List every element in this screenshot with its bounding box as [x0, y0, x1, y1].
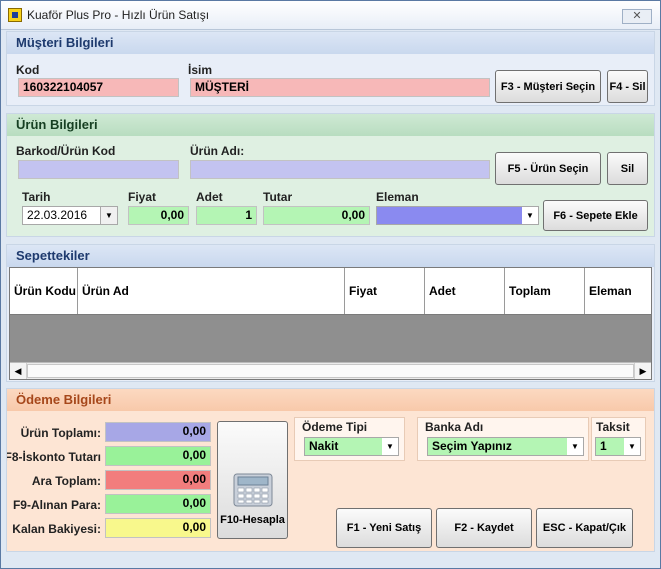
received-money-field[interactable]: 0,00 — [105, 494, 211, 514]
payment-type-select[interactable]: Nakit ▼ — [304, 437, 399, 456]
column-header-total[interactable]: Toplam — [505, 268, 585, 314]
product-panel: Ürün Bilgileri Barkod/Ürün Kod Ürün Adı:… — [6, 113, 655, 237]
product-name-label: Ürün Adı: — [190, 144, 245, 158]
payment-type-group: Ödeme Tipi Nakit ▼ — [294, 417, 405, 461]
date-value: 22.03.2016 — [27, 208, 88, 222]
payment-panel-header: Ödeme Bilgileri — [7, 389, 654, 411]
date-label: Tarih — [22, 190, 51, 204]
discount-label: F8-İskonto Tutarı: — [7, 450, 101, 464]
customer-code-label: Kod — [16, 63, 40, 77]
calculate-button-label: F10-Hesapla — [220, 514, 285, 526]
select-product-button[interactable]: F5 - Ürün Seçin — [495, 152, 601, 185]
title-bar[interactable]: Kuaför Plus Pro - Hızlı Ürün Satışı ✕ — [1, 1, 660, 30]
installment-select[interactable]: 1 ▼ — [595, 437, 641, 456]
customer-code-field[interactable]: 160322104057 — [18, 78, 179, 97]
new-sale-button[interactable]: F1 - Yeni Satış — [336, 508, 432, 548]
chevron-down-icon[interactable]: ▼ — [382, 438, 398, 455]
staff-select[interactable]: ▼ — [376, 206, 539, 225]
barcode-input[interactable] — [18, 160, 179, 179]
column-header-price[interactable]: Fiyat — [345, 268, 425, 314]
product-name-input[interactable] — [190, 160, 490, 179]
add-to-cart-button[interactable]: F6 - Sepete Ekle — [543, 200, 648, 231]
product-total-label: Ürün Toplamı: — [20, 426, 101, 440]
staff-label: Eleman — [376, 190, 419, 204]
product-panel-header: Ürün Bilgileri — [7, 114, 654, 136]
quantity-field[interactable]: 1 — [196, 206, 257, 225]
bank-select[interactable]: Seçim Yapınız ▼ — [427, 437, 584, 456]
column-header-staff[interactable]: Eleman — [585, 268, 651, 314]
bank-value: Seçim Yapınız — [432, 439, 512, 453]
scroll-right-icon[interactable]: ▶ — [634, 363, 651, 379]
remaining-balance-label: Kalan Bakiyesi: — [12, 522, 101, 536]
column-header-product-code[interactable]: Ürün Kodu — [10, 268, 78, 314]
cart-grid-header-divider — [10, 314, 651, 315]
installment-value: 1 — [600, 439, 607, 453]
subtotal-label: Ara Toplam: — [31, 474, 101, 488]
payment-type-label: Ödeme Tipi — [302, 420, 368, 434]
chevron-down-icon[interactable]: ▼ — [100, 207, 117, 224]
remaining-balance-field[interactable]: 0,00 — [105, 518, 211, 538]
scrollbar-thumb[interactable] — [27, 364, 634, 378]
payment-type-value: Nakit — [309, 439, 339, 453]
date-picker[interactable]: 22.03.2016 ▼ — [22, 206, 118, 225]
amount-field[interactable]: 0,00 — [263, 206, 370, 225]
app-logo-icon — [8, 8, 22, 22]
column-header-quantity[interactable]: Adet — [425, 268, 505, 314]
window-close-button[interactable]: ✕ — [622, 9, 652, 24]
received-money-label: F9-Alınan Para: — [12, 498, 101, 512]
cart-grid[interactable]: Ürün Kodu Ürün Ad Fiyat Adet Toplam Elem… — [9, 267, 652, 380]
customer-name-label: İsim — [188, 63, 213, 77]
product-total-field[interactable]: 0,00 — [105, 422, 211, 442]
quantity-label: Adet — [196, 190, 223, 204]
subtotal-field[interactable]: 0,00 — [105, 470, 211, 490]
delete-customer-button[interactable]: F4 - Sil — [607, 70, 648, 103]
scroll-left-icon[interactable]: ◀ — [10, 363, 27, 379]
calculate-button[interactable]: F10-Hesapla — [217, 421, 288, 539]
horizontal-scrollbar[interactable]: ◀ ▶ — [10, 362, 651, 379]
close-exit-button[interactable]: ESC - Kapat/Çık — [536, 508, 633, 548]
cart-panel-header: Sepettekiler — [7, 245, 654, 267]
barcode-label: Barkod/Ürün Kod — [16, 144, 116, 158]
bank-label: Banka Adı — [425, 420, 484, 434]
delete-product-button[interactable]: Sil — [607, 152, 648, 185]
save-button[interactable]: F2 - Kaydet — [436, 508, 532, 548]
bank-group: Banka Adı Seçim Yapınız ▼ — [417, 417, 589, 461]
chevron-down-icon[interactable]: ▼ — [522, 207, 538, 224]
discount-field[interactable]: 0,00 — [105, 446, 211, 466]
price-field[interactable]: 0,00 — [128, 206, 189, 225]
payment-panel: Ödeme Bilgileri Ürün Toplamı: 0,00 F8-İs… — [6, 388, 655, 552]
price-label: Fiyat — [128, 190, 157, 204]
customer-name-field[interactable]: MÜŞTERİ — [190, 78, 490, 97]
customer-panel: Müşteri Bilgileri Kod 160322104057 İsim … — [6, 31, 655, 106]
chevron-down-icon[interactable]: ▼ — [567, 438, 583, 455]
quick-sale-window: Kuaför Plus Pro - Hızlı Ürün Satışı ✕ Mü… — [0, 0, 661, 569]
select-customer-button[interactable]: F3 - Müşteri Seçin — [495, 70, 601, 103]
installment-group: Taksit 1 ▼ — [591, 417, 646, 461]
column-header-product-name[interactable]: Ürün Ad — [78, 268, 345, 314]
cart-panel: Sepettekiler Ürün Kodu Ürün Ad Fiyat Ade… — [6, 244, 655, 382]
chevron-down-icon[interactable]: ▼ — [624, 438, 640, 455]
installment-label: Taksit — [596, 420, 630, 434]
window-title: Kuaför Plus Pro - Hızlı Ürün Satışı — [27, 8, 210, 22]
calculator-icon — [233, 473, 272, 507]
customer-panel-header: Müşteri Bilgileri — [7, 32, 654, 54]
amount-label: Tutar — [263, 190, 293, 204]
